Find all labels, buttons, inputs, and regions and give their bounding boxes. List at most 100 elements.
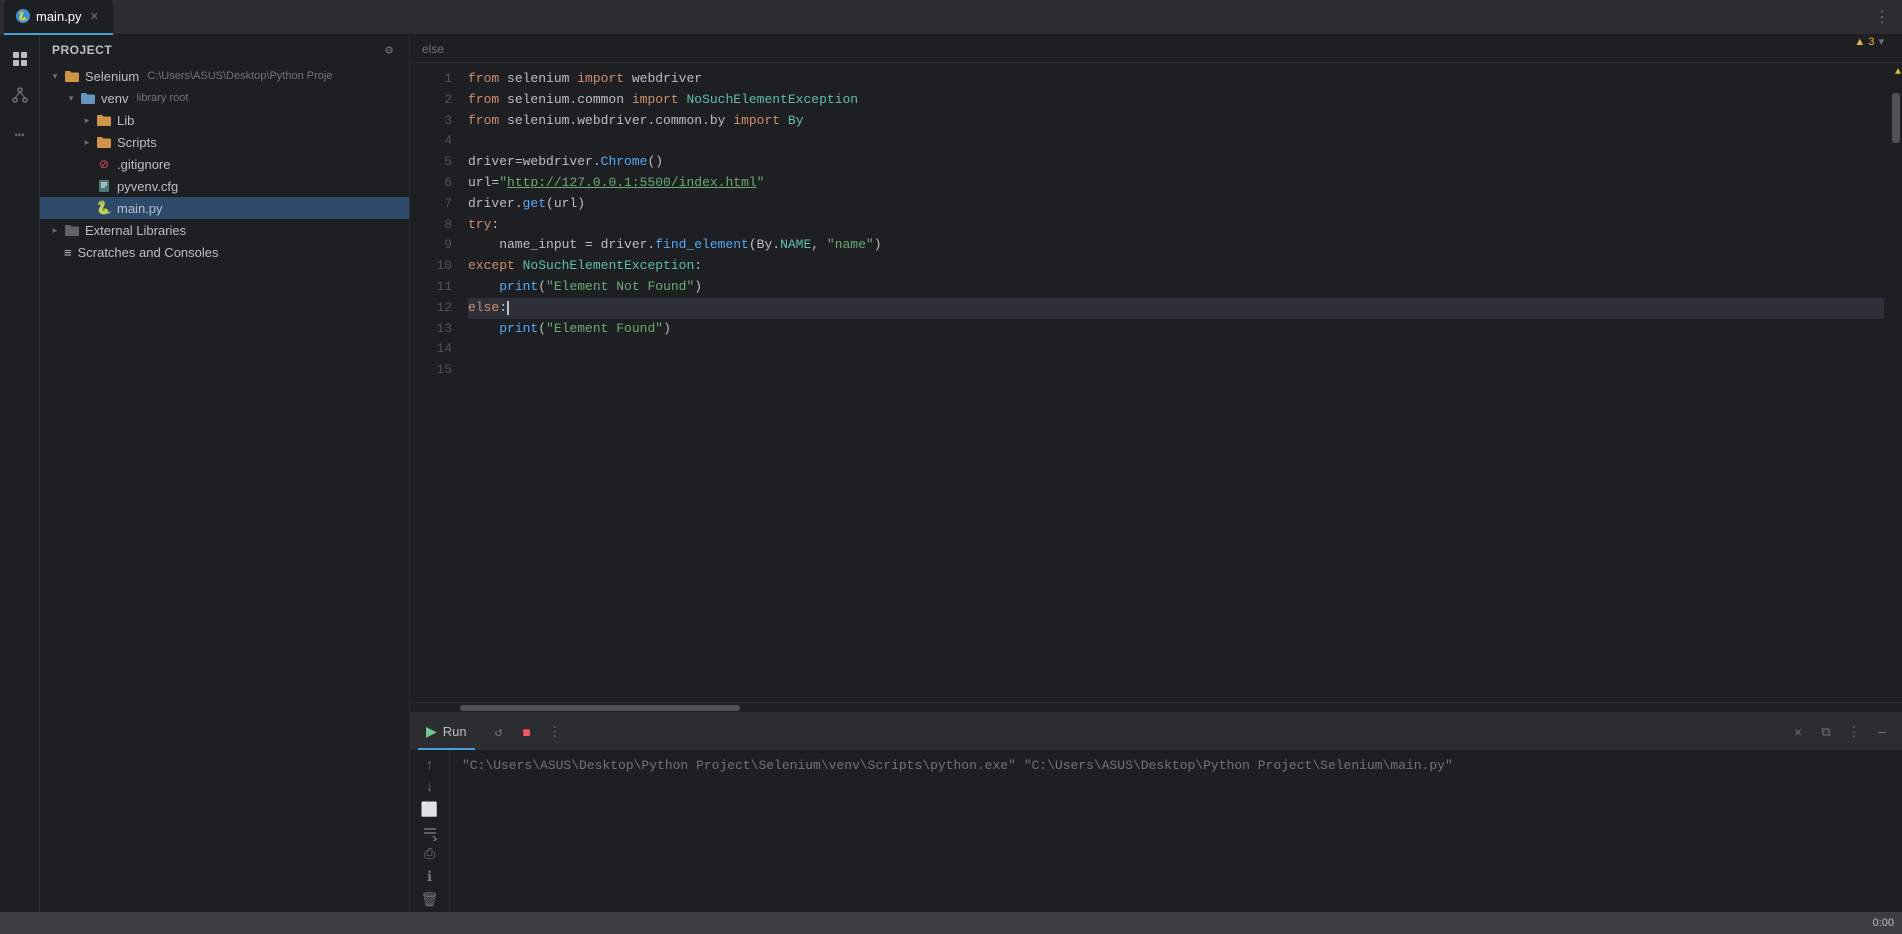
folder-icon-lib: [96, 112, 112, 128]
tree-item-selenium[interactable]: Selenium C:\Users\ASUS\Desktop\Python Pr…: [40, 65, 409, 87]
tree-label-lib: Lib: [117, 113, 134, 128]
folder-icon-external-libs: [64, 222, 80, 238]
tree-item-gitignore[interactable]: ⊘ .gitignore: [40, 153, 409, 175]
warning-expand-icon[interactable]: ▾: [1878, 35, 1884, 48]
tree-item-pyvenv[interactable]: pyvenv.cfg: [40, 175, 409, 197]
code-line-2: from selenium.common import NoSuchElemen…: [468, 90, 1884, 111]
tree-arrow-venv: [64, 91, 78, 105]
tree-sublabel-venv: library root: [136, 92, 188, 104]
folder-icon-venv: [80, 90, 96, 106]
tab-label: main.py: [36, 9, 82, 24]
code-editor[interactable]: from selenium import webdriver from sele…: [460, 63, 1884, 702]
rerun-button[interactable]: ↺: [487, 720, 511, 744]
tree-item-lib[interactable]: Lib: [40, 109, 409, 131]
editor-more-button[interactable]: ⋮: [1874, 7, 1890, 27]
editor-content[interactable]: 1 2 3 4 5 6 7 8 9 10 11 12 13 14: [410, 63, 1902, 702]
run-tab-icon: ▶: [426, 723, 437, 740]
run-side-print-icon[interactable]: ⎙: [416, 847, 444, 863]
code-line-7: driver.get(url): [468, 194, 1884, 215]
tab-close-button[interactable]: ✕: [88, 8, 101, 25]
code-line-6: url="http://127.0.0.1:5500/index.html": [468, 173, 1884, 194]
line-numbers: 1 2 3 4 5 6 7 8 9 10 11 12 13 14: [410, 63, 460, 702]
tree-item-scripts[interactable]: Scripts: [40, 131, 409, 153]
sidebar-icon-more[interactable]: ⋯: [4, 119, 36, 151]
project-tree: Selenium C:\Users\ASUS\Desktop\Python Pr…: [40, 65, 409, 912]
run-side-down-icon[interactable]: ↓: [416, 780, 444, 796]
project-panel: PROJECT ⚙ Selenium C:\Users\ASUS\Desktop…: [40, 35, 410, 912]
tree-item-venv[interactable]: venv library root: [40, 87, 409, 109]
sidebar-icon-structure[interactable]: [4, 79, 36, 111]
panel-header: PROJECT ⚙: [40, 35, 409, 65]
status-time: 0:00: [1873, 917, 1894, 929]
status-bar: 0:00: [0, 912, 1902, 934]
warning-indicator: ▲: [1895, 67, 1901, 78]
h-scrollbar-thumb[interactable]: [460, 705, 740, 711]
tab-main-py[interactable]: 🐍 main.py ✕: [4, 0, 113, 35]
run-minimize-button[interactable]: —: [1870, 720, 1894, 744]
tree-arrow-external-libs: [48, 223, 62, 237]
breadcrumb-else[interactable]: else: [422, 42, 444, 56]
run-restore-button[interactable]: ⧉: [1814, 720, 1838, 744]
tree-item-scratches[interactable]: ≡ Scratches and Consoles: [40, 241, 409, 263]
run-panel-header: ▶ Run ↺ ◼ ⋮ ✕ ⧉ ⋮ —: [410, 714, 1902, 750]
tree-sublabel-selenium: C:\Users\ASUS\Desktop\Python Proje: [147, 70, 332, 82]
python-icon: 🐍: [16, 9, 30, 23]
gitignore-icon: ⊘: [96, 156, 112, 172]
run-tab[interactable]: ▶ Run: [418, 714, 475, 750]
tree-label-main-py: main.py: [117, 201, 163, 216]
panel-header-actions: ⚙: [381, 41, 397, 60]
tree-label-scripts: Scripts: [117, 135, 157, 150]
run-header-right: ✕ ⧉ ⋮ —: [1786, 720, 1894, 744]
warning-count: ▲ 3: [1854, 36, 1874, 48]
tree-label-selenium: Selenium: [85, 69, 139, 84]
run-side-terminal-icon[interactable]: ⬜: [416, 802, 444, 819]
run-command: "C:\Users\ASUS\Desktop\Python Project\Se…: [462, 758, 1890, 773]
run-side-scroll-icon[interactable]: [416, 825, 444, 841]
scratches-icon: ≡: [64, 245, 72, 260]
run-side-up-icon[interactable]: ↑: [416, 758, 444, 774]
run-settings-button[interactable]: ⋮: [1842, 720, 1866, 744]
code-line-14: [468, 339, 1884, 360]
scrollbar-thumb[interactable]: [1892, 93, 1900, 143]
code-line-15: [468, 360, 1884, 381]
warning-count-bar: ▲ 3 ▾: [1854, 35, 1884, 48]
tab-bar: 🐍 main.py ✕ ⋮: [0, 0, 1902, 35]
tree-arrow-scripts: [80, 135, 94, 149]
code-line-10: except NoSuchElementException:: [468, 256, 1884, 277]
panel-title: PROJECT: [52, 43, 112, 57]
code-line-4: [468, 131, 1884, 152]
editor-area: else 1 2 3 4 5 6 7 8 9 10 1: [410, 35, 1902, 702]
run-side-icons: ↑ ↓ ⬜ ⎙ ℹ 🗑: [410, 750, 450, 912]
editor-right-scrollbar: ▲: [1884, 63, 1902, 702]
panel-action-icon[interactable]: ⚙: [381, 41, 397, 60]
tree-label-external-libs: External Libraries: [85, 223, 186, 238]
tree-label-venv: venv: [101, 91, 128, 106]
code-line-1: from selenium import webdriver: [468, 69, 1884, 90]
cfg-icon: [96, 178, 112, 194]
run-output[interactable]: "C:\Users\ASUS\Desktop\Python Project\Se…: [450, 750, 1902, 912]
tree-item-main-py[interactable]: 🐍 main.py: [40, 197, 409, 219]
breadcrumb: else: [410, 35, 1902, 63]
stop-button[interactable]: ◼: [515, 720, 539, 744]
run-close-button[interactable]: ✕: [1786, 720, 1810, 744]
tree-arrow-selenium: [48, 69, 62, 83]
tree-label-scratches: Scratches and Consoles: [78, 245, 219, 260]
code-line-9: name_input = driver.find_element(By.NAME…: [468, 235, 1884, 256]
run-tab-label: Run: [443, 724, 467, 739]
run-side-info-icon[interactable]: ℹ: [416, 869, 444, 886]
folder-icon-selenium: [64, 68, 80, 84]
run-more-button[interactable]: ⋮: [543, 720, 567, 744]
code-line-13: print("Element Found"): [468, 319, 1884, 340]
tree-item-external-libs[interactable]: External Libraries: [40, 219, 409, 241]
tree-arrow-lib: [80, 113, 94, 127]
tree-label-gitignore: .gitignore: [117, 157, 170, 172]
code-line-12: else:: [468, 298, 1884, 319]
sidebar-icons: ⋯: [0, 35, 40, 912]
sidebar-icon-project[interactable]: [4, 43, 36, 75]
run-controls: ↺ ◼ ⋮: [487, 720, 567, 744]
horizontal-scrollbar[interactable]: [410, 702, 1902, 712]
code-line-8: try:: [468, 215, 1884, 236]
run-side-trash-icon[interactable]: 🗑: [416, 892, 444, 909]
run-panel: ▶ Run ↺ ◼ ⋮ ✕ ⧉ ⋮ —: [410, 712, 1902, 912]
code-line-3: from selenium.webdriver.common.by import…: [468, 111, 1884, 132]
